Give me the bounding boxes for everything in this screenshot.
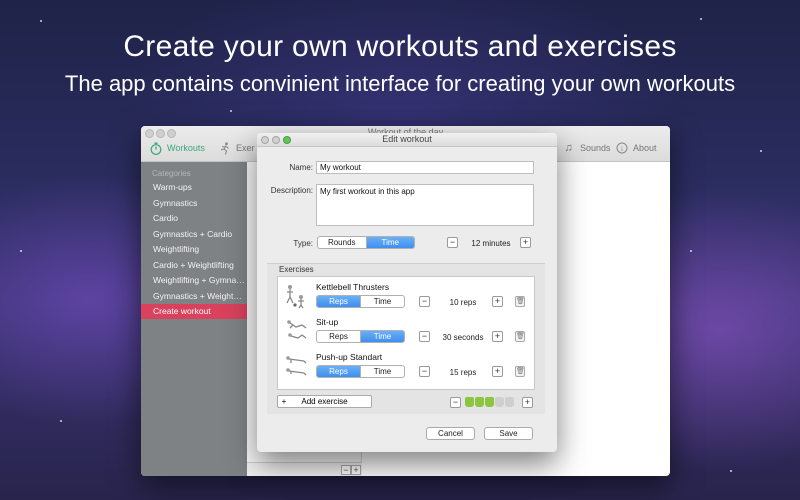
toolbar-workouts-label: Workouts [167, 143, 205, 153]
type-time-option[interactable]: Time [365, 237, 414, 248]
add-exercise-button[interactable]: + Add exercise [277, 395, 372, 408]
list-controls: − + [247, 462, 362, 476]
star [20, 250, 22, 252]
sidebar-item-cardio[interactable]: Cardio [141, 211, 247, 226]
trash-icon[interactable]: 🗑 [515, 331, 525, 342]
mode-reps-option[interactable]: Reps [317, 366, 360, 377]
exercise-increase-button[interactable]: + [492, 366, 503, 377]
star [40, 20, 42, 22]
remove-item-button[interactable]: − [341, 465, 351, 475]
exercise-name: Kettlebell Thrusters [316, 282, 390, 292]
sidebar-item-create-workout[interactable]: Create workout [141, 304, 247, 319]
push-up-thumbnail [284, 352, 308, 378]
mode-reps-option[interactable]: Reps [317, 331, 360, 342]
kettlebell-icon[interactable] [485, 397, 494, 407]
headline-subtitle: The app contains convinient interface fo… [64, 71, 736, 96]
difficulty-increase-button[interactable]: + [522, 397, 533, 408]
toolbar-workouts[interactable]: Workouts [149, 140, 205, 156]
kettlebell-icon[interactable] [475, 397, 484, 407]
add-item-button[interactable]: + [351, 465, 361, 475]
duration-value: 12 minutes [471, 239, 511, 248]
duration-increase-button[interactable]: + [520, 237, 531, 248]
kettlebell-icon[interactable] [495, 397, 504, 407]
info-icon: i [615, 142, 628, 155]
type-label: Type: [293, 239, 313, 248]
add-exercise-label: Add exercise [301, 397, 348, 406]
exercise-increase-button[interactable]: + [492, 296, 503, 307]
svg-text:i: i [621, 145, 623, 153]
toolbar-about-label: About [633, 143, 657, 153]
star [730, 470, 732, 472]
sit-up-thumbnail [284, 317, 308, 343]
mode-reps-option[interactable]: Reps [317, 296, 360, 307]
star [230, 110, 232, 112]
toolbar-exercises[interactable]: Exer [218, 140, 255, 156]
trash-icon[interactable]: 🗑 [515, 296, 525, 307]
exercises-label: Exercises [279, 265, 314, 274]
dialog-titlebar: Edit workout [257, 133, 557, 147]
exercise-name: Sit-up [316, 317, 339, 327]
toolbar-sounds-label: Sounds [580, 143, 611, 153]
sidebar-item-warm-ups[interactable]: Warm-ups [141, 180, 247, 195]
edit-workout-dialog: Edit workout Name: My workout Descriptio… [257, 133, 557, 452]
star [700, 18, 702, 20]
type-rounds-option[interactable]: Rounds [318, 237, 366, 248]
sidebar-item-gymnastics-cardio[interactable]: Gymnastics + Cardio [141, 227, 247, 242]
exercise-decrease-button[interactable]: − [419, 296, 430, 307]
name-field[interactable]: My workout [316, 161, 534, 174]
cancel-button[interactable]: Cancel [426, 427, 475, 440]
toolbar-exercises-label: Exer [236, 143, 255, 153]
sidebar-item-cardio-weightlifting[interactable]: Cardio + Weightlifting [141, 258, 247, 273]
kettlebell-icon[interactable] [465, 397, 474, 407]
mode-time-option[interactable]: Time [360, 331, 404, 342]
mode-time-option[interactable]: Time [360, 366, 404, 377]
save-button[interactable]: Save [484, 427, 533, 440]
description-field[interactable]: My first workout in this app [316, 184, 534, 226]
exercise-value: 30 seconds [442, 333, 484, 342]
sidebar-heading: Categories [152, 169, 191, 178]
exercise-increase-button[interactable]: + [492, 331, 503, 342]
kettlebell-icon[interactable] [505, 397, 514, 407]
exercise-decrease-button[interactable]: − [419, 366, 430, 377]
music-note-icon: ♫ [564, 142, 573, 154]
kettlebell-thrusters-thumbnail [284, 283, 308, 309]
type-segmented-control[interactable]: Rounds Time [317, 236, 415, 249]
toolbar-sounds[interactable]: ♫ Sounds [562, 140, 611, 156]
toolbar-about[interactable]: i About [615, 140, 657, 156]
exercise-mode-control[interactable]: Reps Time [316, 330, 405, 343]
sidebar: Categories Warm-ups Gymnastics Cardio Gy… [141, 162, 247, 476]
stopwatch-icon [149, 142, 162, 155]
difficulty-decrease-button[interactable]: − [450, 397, 461, 408]
star [60, 420, 62, 422]
sidebar-item-weightlifting[interactable]: Weightlifting [141, 242, 247, 257]
exercise-name: Push-up Standart [316, 352, 383, 362]
exercise-value: 10 reps [449, 298, 477, 307]
exercise-value: 15 reps [449, 368, 477, 377]
exercise-mode-control[interactable]: Reps Time [316, 365, 405, 378]
mode-time-option[interactable]: Time [360, 296, 404, 307]
running-person-icon [218, 141, 231, 155]
dialog-title: Edit workout [382, 134, 432, 144]
star [760, 150, 762, 152]
exercise-decrease-button[interactable]: − [419, 331, 430, 342]
star [690, 250, 692, 252]
exercises-list: Kettlebell Thrusters Reps Time − 10 reps… [277, 276, 535, 390]
exercise-mode-control[interactable]: Reps Time [316, 295, 405, 308]
plus-icon: + [281, 397, 287, 406]
duration-decrease-button[interactable]: − [447, 237, 458, 248]
sidebar-item-weightlifting-gymnastics[interactable]: Weightlifting + Gymna… [141, 273, 247, 288]
name-label: Name: [289, 163, 313, 172]
sidebar-item-gymnastics-weightlifting[interactable]: Gymnastics + Weight… [141, 289, 247, 304]
trash-icon[interactable]: 🗑 [515, 366, 525, 377]
sidebar-item-gymnastics[interactable]: Gymnastics [141, 196, 247, 211]
description-label: Description: [270, 186, 313, 195]
headline-title: Create your own workouts and exercises [123, 30, 677, 63]
